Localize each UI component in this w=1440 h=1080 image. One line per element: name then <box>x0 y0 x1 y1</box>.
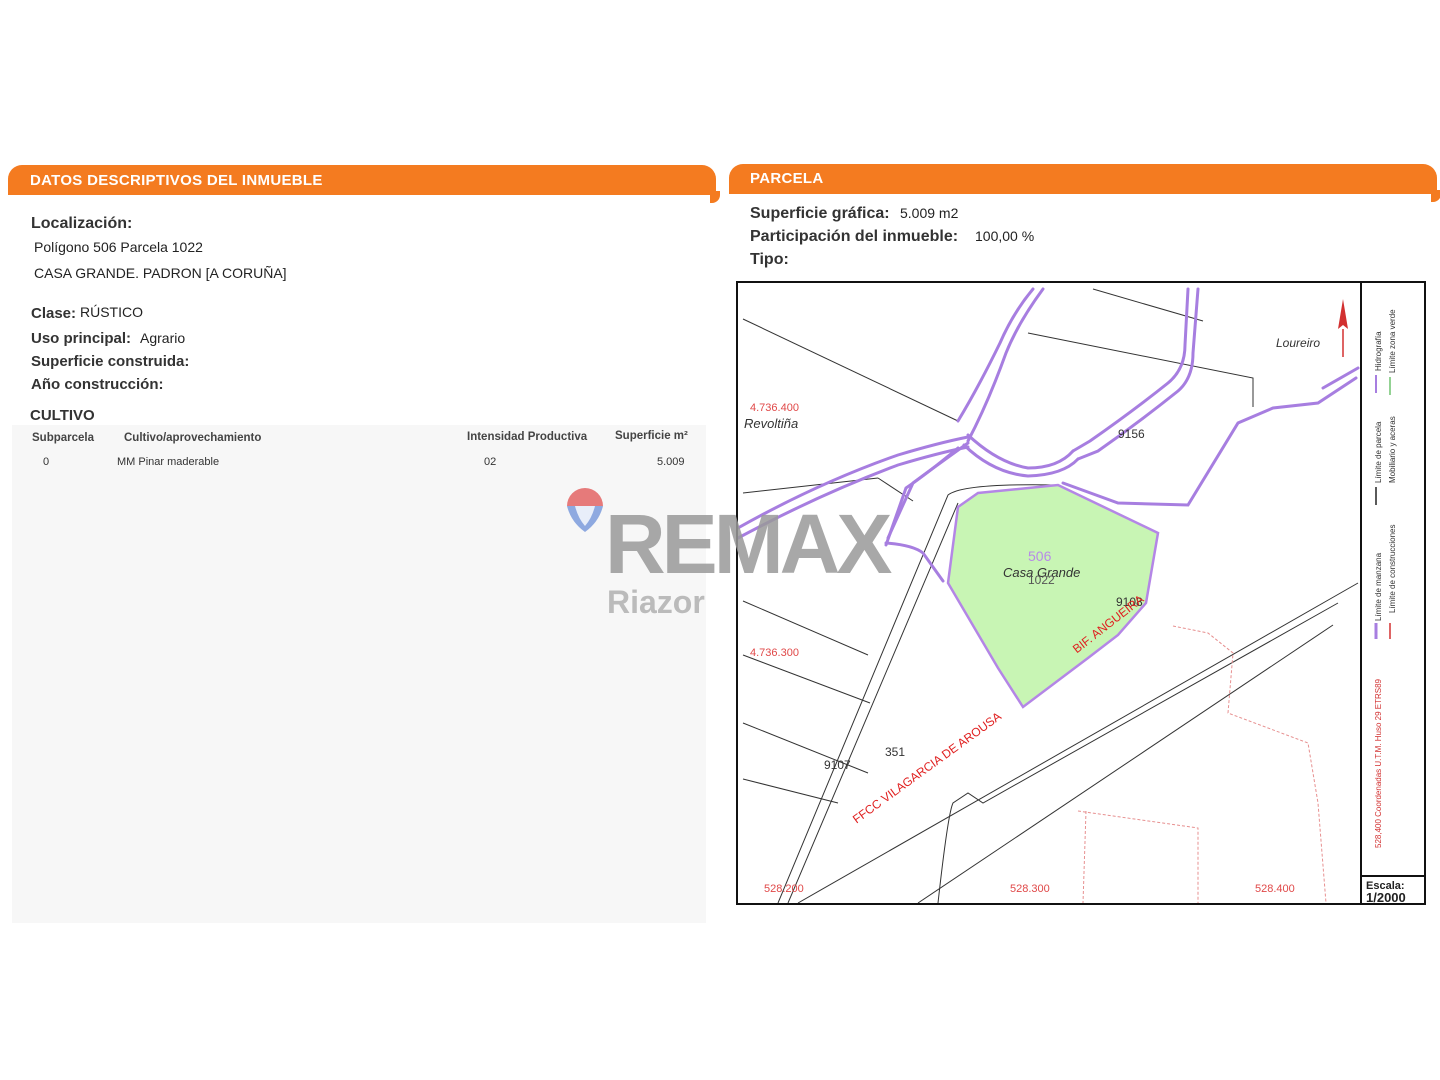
localizacion-line1: Polígono 506 Parcela 1022 <box>34 239 203 255</box>
anio-construccion-label: Año construcción: <box>31 376 164 393</box>
superficie-grafica-label: Superficie gráfica: <box>750 205 890 222</box>
parcel-9156: 9156 <box>1118 427 1145 441</box>
map-drawing <box>738 287 1360 903</box>
superficie-construida-label: Superficie construida: <box>31 353 190 370</box>
cell-cultivo: MM Pinar maderable <box>117 456 220 468</box>
scale-box: Escala: 1/2000 <box>1362 875 1424 905</box>
clase-label: Clase: <box>31 305 77 322</box>
north-arrow-icon <box>1338 299 1348 357</box>
cell-intensidad: 02 <box>484 456 497 468</box>
localizacion-line2: CASA GRANDE. PADRON [A CORUÑA] <box>34 265 287 281</box>
parcela-header: PARCELA <box>729 164 1440 202</box>
header-intensidad: Intensidad Productiva <box>467 431 588 443</box>
localizacion-label: Localización: <box>31 215 133 232</box>
cultivo-table: Subparcela Cultivo/aprovechamiento Inten… <box>12 425 706 923</box>
cadastral-map: 4.736.400 Revoltiña Loureiro 4.736.300 5… <box>736 281 1426 905</box>
cell-subparcela: 0 <box>43 456 50 468</box>
place-revoltina: Revoltiña <box>744 416 799 431</box>
cell-superficie: 5.009 <box>657 456 685 468</box>
escala-value: 1/2000 <box>1366 890 1406 905</box>
header-superficie: Superficie m² <box>615 430 688 442</box>
header-cultivo: Cultivo/aprovechamiento <box>124 432 262 444</box>
participacion-value: 100,00 % <box>975 228 1035 244</box>
legend-coords: 528,400 Coordenadas U.T.M. Huso 29 ETRS8… <box>1374 679 1383 848</box>
descriptive-data-header: DATOS DESCRIPTIVOS DEL INMUEBLE <box>8 165 720 203</box>
parcela-number: 1022 <box>1028 573 1055 587</box>
map-legend: Hidrografía Límite de parcela Límite de … <box>1360 283 1424 905</box>
parcel-9107: 9107 <box>824 758 851 772</box>
coord-y-4736300: 4.736.300 <box>750 647 799 659</box>
header-subparcela: Subparcela <box>32 432 94 444</box>
superficie-grafica-value: 5.009 m2 <box>900 205 959 221</box>
parcel-351: 351 <box>885 745 906 759</box>
clase-value: RÚSTICO <box>80 304 143 320</box>
place-loureiro: Loureiro <box>1276 336 1321 350</box>
cultivo-title: CULTIVO <box>30 407 95 424</box>
participacion-label: Participación del inmueble: <box>750 228 959 245</box>
coord-x-528200: 528.200 <box>764 883 804 895</box>
coord-x-528400: 528.400 <box>1255 883 1295 895</box>
parcela-title: PARCELA <box>750 170 824 187</box>
poligono-number: 506 <box>1028 548 1052 564</box>
uso-principal-value: Agrario <box>140 330 186 346</box>
legend-swatches <box>1374 375 1391 639</box>
coord-y-4736400: 4.736.400 <box>750 402 799 414</box>
tipo-label: Tipo: <box>750 251 789 268</box>
uso-principal-label: Uso principal: <box>31 330 132 347</box>
coord-x-528300: 528.300 <box>1010 883 1050 895</box>
descriptive-data-title: DATOS DESCRIPTIVOS DEL INMUEBLE <box>30 172 323 189</box>
